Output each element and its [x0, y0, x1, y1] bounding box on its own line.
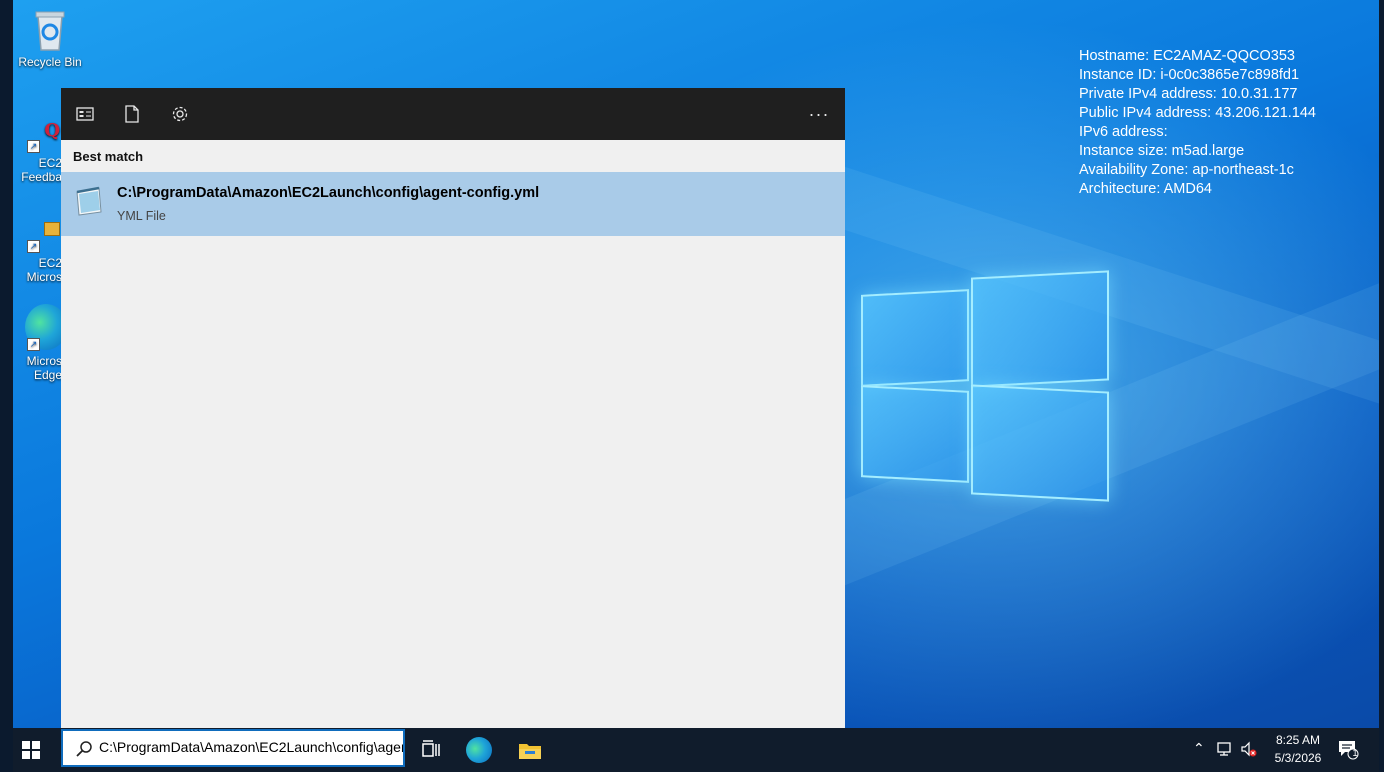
microsoft-edge-icon[interactable]: ↗ Micros Edge [13, 304, 67, 382]
search-input[interactable] [99, 739, 403, 755]
notification-count: 1 [1352, 748, 1358, 758]
search-icon [76, 741, 92, 757]
ec2-feedback-label: EC2 Feedba [21, 156, 62, 184]
recycle-bin-icon[interactable]: Recycle Bin [13, 8, 87, 69]
ec2-microsoft-label: EC2 Micros [26, 256, 62, 284]
q-logo-icon: Q [44, 120, 60, 141]
taskbar-clock[interactable]: 8:25 AM 5/3/2026 [1271, 731, 1325, 767]
ec2-microsoft-icon[interactable]: ↗ EC2 Micros [13, 220, 62, 284]
availability-zone-line: Availability Zone: ap-northeast-1c [1079, 162, 1294, 178]
instance-size-line: Instance size: m5ad.large [1079, 143, 1245, 159]
best-match-result[interactable]: C:\ProgramData\Amazon\EC2Launch\config\a… [61, 172, 845, 236]
package-icon [44, 222, 60, 236]
notepad-file-icon [76, 186, 102, 216]
network-icon[interactable] [1216, 740, 1234, 758]
screen-border-left [0, 0, 13, 772]
windows-logo-wallpaper [861, 270, 1111, 502]
public-ipv4-line: Public IPv4 address: 43.206.121.144 [1079, 105, 1316, 121]
best-match-heading: Best match [73, 149, 144, 164]
taskbar-search-box[interactable] [61, 729, 405, 767]
shortcut-arrow-icon: ↗ [27, 240, 40, 253]
taskbar: ⌃ 8:25 AM 5/3/2026 1 [13, 728, 1379, 772]
apps-filter-button[interactable] [71, 100, 99, 128]
hostname-line: Hostname: EC2AMAZ-QQCO353 [1079, 48, 1295, 64]
chevron-up-icon[interactable]: ⌃ [1193, 740, 1211, 758]
microsoft-edge-label: Micros Edge [26, 354, 62, 382]
screen-border-right [1379, 0, 1384, 772]
trash-icon [35, 11, 65, 51]
apps-filter-icon [76, 107, 94, 121]
documents-filter-icon [125, 105, 139, 123]
architecture-line: Architecture: AMD64 [1079, 181, 1212, 197]
shortcut-arrow-icon: ↗ [27, 338, 40, 351]
clock-time: 8:25 AM [1275, 733, 1321, 747]
instance-id-line: Instance ID: i-0c0c3865e7c898fd1 [1079, 67, 1300, 83]
shortcut-arrow-icon: ↗ [27, 140, 40, 153]
edge-taskbar-icon[interactable] [466, 737, 492, 763]
more-options-button[interactable]: ··· [805, 100, 833, 128]
settings-gear-icon [172, 106, 188, 122]
volume-muted-icon[interactable] [1240, 740, 1258, 758]
result-title: C:\ProgramData\Amazon\EC2Launch\config\a… [117, 185, 540, 201]
clock-date: 5/3/2026 [1274, 751, 1322, 765]
search-toolbar: ··· [61, 88, 845, 140]
settings-filter-button[interactable] [166, 100, 194, 128]
file-explorer-icon[interactable] [516, 736, 544, 764]
system-info-overlay: Hostname: EC2AMAZ-QQCO353 Instance ID: i… [1079, 47, 1316, 199]
task-view-icon[interactable] [417, 736, 445, 764]
documents-filter-button[interactable] [118, 100, 146, 128]
recycle-bin-label: Recycle Bin [18, 55, 82, 69]
result-type: YML File [117, 209, 166, 223]
search-results-panel: ··· Best match C:\ProgramData\Amazon\EC2… [61, 88, 845, 728]
ec2-feedback-icon[interactable]: Q ↗ EC2 Feedba [13, 120, 62, 184]
windows-start-icon[interactable] [21, 740, 41, 760]
private-ipv4-line: Private IPv4 address: 10.0.31.177 [1079, 86, 1298, 102]
ipv6-line: IPv6 address: [1079, 124, 1168, 140]
